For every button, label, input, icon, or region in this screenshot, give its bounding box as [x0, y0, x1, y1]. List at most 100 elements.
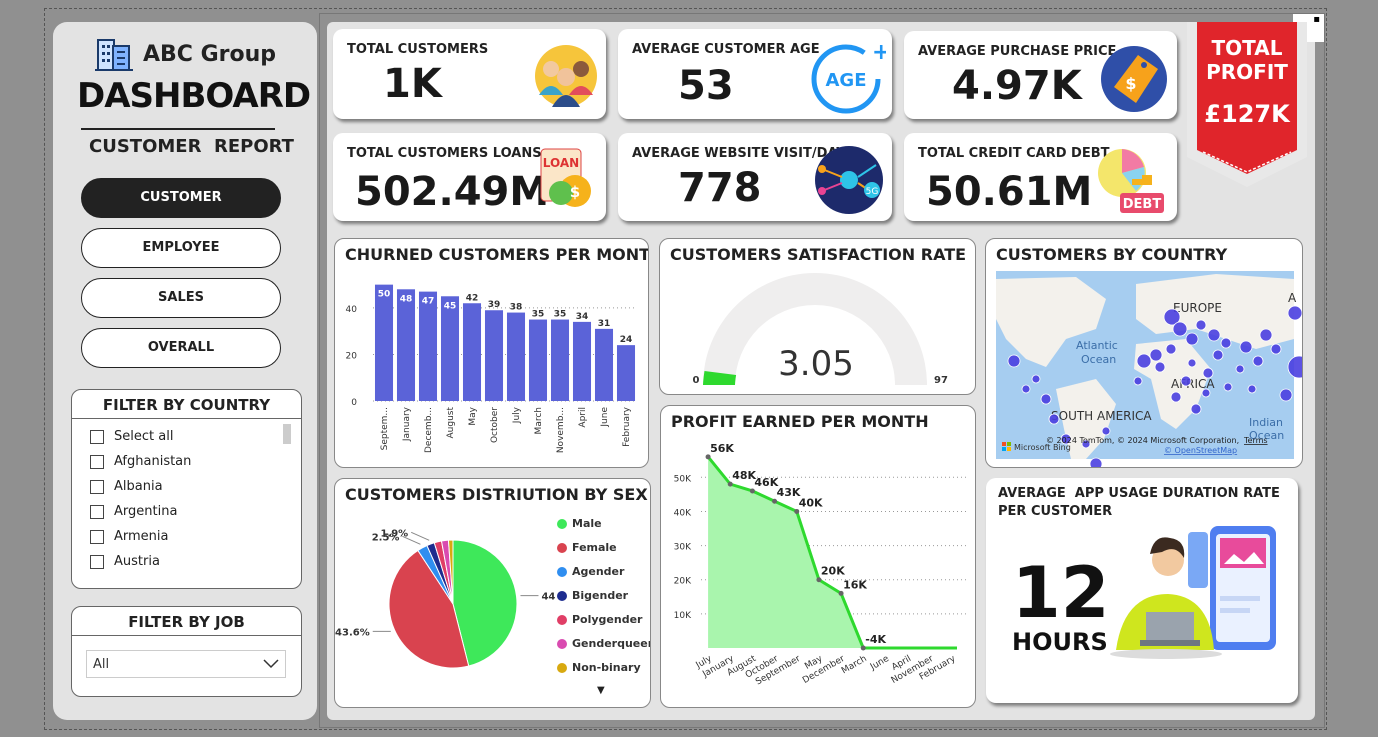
legend-more-icon[interactable]: ▼: [597, 685, 605, 696]
checkbox[interactable]: [90, 429, 104, 444]
country-bubble[interactable]: [1252, 355, 1264, 367]
checkbox[interactable]: [90, 454, 104, 469]
country-bubble[interactable]: [1187, 358, 1197, 368]
map-terms-link[interactable]: Terms: [1243, 436, 1268, 445]
country-bubble[interactable]: [1180, 375, 1192, 387]
y-tick-label: 20K: [674, 577, 692, 587]
profit-point[interactable]: [772, 498, 778, 504]
churn-bar[interactable]: [396, 289, 416, 401]
pie-data-label: 1.9%: [380, 528, 408, 539]
legend-item[interactable]: Agender: [557, 565, 624, 578]
country-bubble[interactable]: [1149, 348, 1163, 362]
sex-pie-chart: 44.9%43.6%2.5%1.9%: [335, 528, 555, 669]
nav-customer-button[interactable]: CUSTOMER: [81, 178, 281, 218]
app-usage-title: AVERAGE APP USAGE DURATION RATE: [998, 486, 1280, 501]
country-bubble[interactable]: [1021, 384, 1031, 394]
country-bubble[interactable]: [1172, 321, 1188, 337]
profit-point[interactable]: [727, 481, 733, 487]
legend-item[interactable]: Non-binary: [557, 661, 641, 674]
country-option[interactable]: Austria: [72, 549, 301, 574]
country-bubble[interactable]: [1279, 388, 1293, 402]
svg-text:+: +: [872, 40, 886, 65]
country-bubble[interactable]: [1207, 328, 1221, 342]
profit-point[interactable]: [705, 454, 711, 460]
legend-item[interactable]: Genderqueer: [557, 637, 650, 650]
country-bubble[interactable]: [1259, 328, 1273, 342]
nav-overall-button[interactable]: OVERALL: [81, 328, 281, 368]
churn-bar[interactable]: [528, 319, 548, 401]
legend-item[interactable]: Female: [557, 541, 617, 554]
churn-bar[interactable]: [550, 319, 570, 401]
map-label: Atlantic: [1076, 339, 1118, 352]
churn-bar[interactable]: [572, 321, 592, 401]
filter-scrollbar[interactable]: [283, 424, 291, 444]
bar-data-label: 50: [378, 290, 391, 300]
churn-bar[interactable]: [462, 303, 482, 401]
checkbox[interactable]: [90, 554, 104, 569]
world-map[interactable]: EUROPE Atlantic Ocean AFRICA SOUTH AMERI…: [986, 239, 1303, 468]
profit-point[interactable]: [860, 645, 866, 651]
country-bubble[interactable]: [1195, 319, 1207, 331]
country-bubble[interactable]: [1040, 393, 1052, 405]
legend-item[interactable]: Polygender: [557, 613, 643, 626]
country-option[interactable]: Argentina: [72, 499, 301, 524]
y-tick-label: 50K: [674, 474, 692, 484]
legend-item[interactable]: Male: [557, 517, 602, 530]
country-bubble[interactable]: [1031, 374, 1041, 384]
country-bubble[interactable]: [1287, 305, 1302, 321]
country-bubble[interactable]: [1136, 353, 1152, 369]
profit-point[interactable]: [794, 508, 800, 514]
legend-marker: [557, 590, 567, 601]
country-bubble[interactable]: [1220, 337, 1232, 349]
bar-data-label: 38: [510, 303, 523, 313]
country-filter-title: FILTER BY COUNTRY: [72, 390, 301, 419]
country-bubble[interactable]: [1223, 382, 1233, 392]
profit-point[interactable]: [749, 488, 755, 494]
job-select[interactable]: All: [86, 650, 286, 678]
country-bubble[interactable]: [1154, 361, 1166, 373]
map-label: SOUTH AMERICA: [1051, 409, 1152, 423]
country-bubble[interactable]: [1089, 457, 1103, 468]
job-select-value: All: [93, 657, 110, 672]
legend-item[interactable]: Bigender: [557, 589, 628, 602]
nav-sales-button[interactable]: SALES: [81, 278, 281, 318]
checkbox[interactable]: [90, 504, 104, 519]
country-option[interactable]: Afghanistan: [72, 449, 301, 474]
country-option[interactable]: Armenia: [72, 524, 301, 549]
churn-bar[interactable]: [616, 345, 636, 401]
country-option[interactable]: Albania: [72, 474, 301, 499]
churn-bar[interactable]: [484, 310, 504, 401]
churn-bar[interactable]: [506, 312, 526, 401]
country-bubble[interactable]: [1212, 349, 1224, 361]
country-bubble[interactable]: [1239, 340, 1253, 354]
profit-point[interactable]: [838, 590, 844, 596]
country-bubble[interactable]: [1201, 388, 1211, 398]
country-bubble[interactable]: [1185, 332, 1199, 346]
checkbox[interactable]: [90, 479, 104, 494]
churn-bar[interactable]: [440, 296, 460, 401]
country-bubble[interactable]: [1235, 364, 1245, 374]
country-bubble[interactable]: [1133, 376, 1143, 386]
country-bubble[interactable]: [1007, 354, 1021, 368]
churn-bar[interactable]: [418, 291, 438, 401]
country-bubble[interactable]: [1165, 343, 1177, 355]
churn-bar[interactable]: [374, 284, 394, 401]
pie-data-label: 43.6%: [335, 627, 370, 638]
country-bubble[interactable]: [1170, 391, 1182, 403]
checkbox[interactable]: [90, 529, 104, 544]
churn-bar[interactable]: [594, 328, 614, 401]
country-bubble[interactable]: [1190, 403, 1202, 415]
map-credit: © 2024 TomTom, © 2024 Microsoft Corporat…: [1046, 436, 1239, 445]
debt-icon: DEBT: [1098, 149, 1164, 213]
map-osm-link[interactable]: © OpenStreetMap: [1164, 446, 1237, 455]
profit-point[interactable]: [816, 577, 822, 583]
country-bubble[interactable]: [1247, 384, 1257, 394]
kpi-value: 50.61M: [926, 169, 1093, 215]
nav-employee-button[interactable]: EMPLOYEE: [81, 228, 281, 268]
country-bubble[interactable]: [1048, 413, 1060, 425]
country-option[interactable]: Select all: [72, 424, 301, 449]
country-bubble[interactable]: [1270, 343, 1282, 355]
pie-data-label: 44.9%: [541, 592, 555, 603]
country-bubble[interactable]: [1202, 367, 1214, 379]
country-bubble[interactable]: [1101, 426, 1111, 436]
